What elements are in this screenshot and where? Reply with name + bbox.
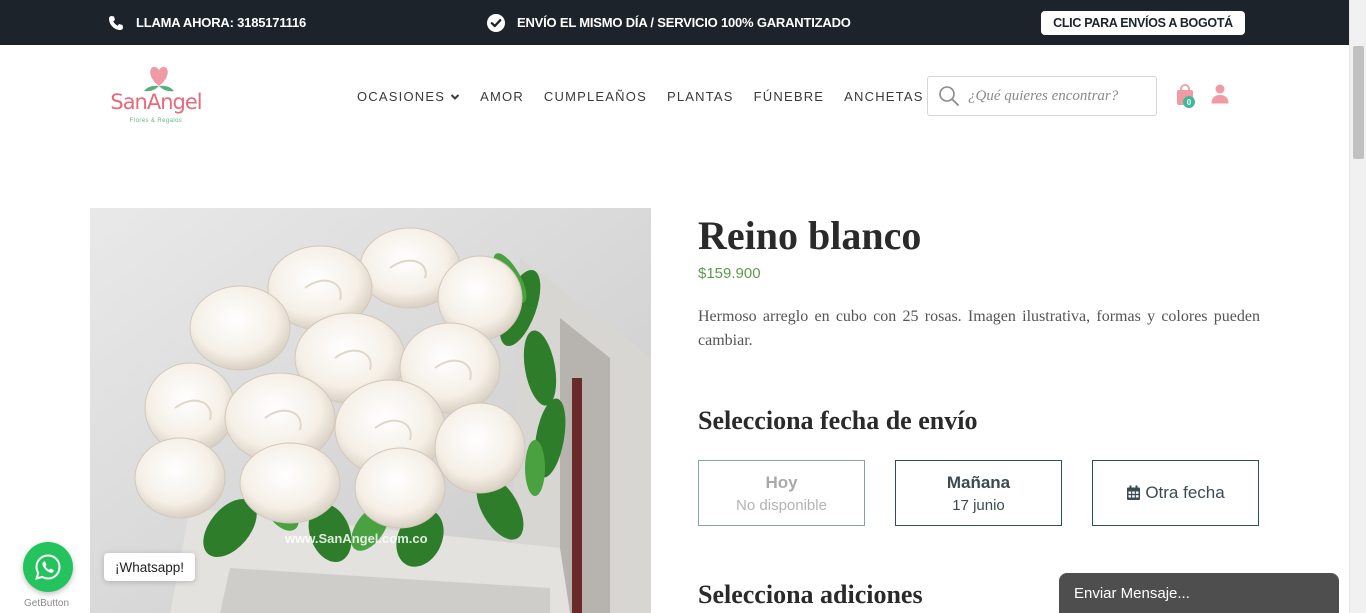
option-sublabel: No disponible [736, 496, 827, 514]
logo-tagline: Flores & Regalos [129, 118, 183, 124]
check-circle-icon [487, 13, 505, 32]
main-navigation: OCASIONES AMOR CUMPLEAÑOS PLANTAS FÚNEBR… [357, 89, 944, 104]
addons-heading: Selecciona adiciones [698, 580, 923, 609]
shipping-text: ENVÍO EL MISMO DÍA / SERVICIO 100% GARAN… [517, 15, 851, 30]
product-price: $159.900 [698, 265, 761, 282]
chat-widget-tab[interactable]: Enviar Mensaje... [1059, 573, 1339, 613]
nav-item-funebre[interactable]: FÚNEBRE [754, 89, 825, 104]
phone-icon [109, 15, 123, 30]
option-sublabel: 17 junio [952, 496, 1005, 514]
search-icon [939, 86, 959, 106]
call-now[interactable]: LLAMA AHORA: 3185171116 [108, 0, 306, 45]
logo-brand: SanAngel [110, 90, 202, 114]
nav-item-amor[interactable]: AMOR [480, 89, 524, 104]
search-box[interactable] [927, 76, 1157, 116]
account-button[interactable] [1211, 84, 1229, 109]
delivery-date-heading: Selecciona fecha de envío [698, 406, 978, 435]
delivery-option-tomorrow[interactable]: Mañana 17 junio [895, 460, 1062, 526]
nav-item-cumpleanos[interactable]: CUMPLEAÑOS [544, 89, 647, 104]
chat-widget-label: Enviar Mensaje... [1074, 584, 1190, 602]
scrollbar-thumb[interactable] [1353, 46, 1364, 159]
product-description: Hermoso arreglo en cubo con 25 rosas. Im… [698, 308, 1260, 349]
cart-count-badge: 0 [1183, 96, 1195, 108]
call-now-text: LLAMA AHORA: 3185171116 [136, 15, 307, 30]
delivery-option-today: Hoy No disponible [698, 460, 865, 526]
option-label: Otra fecha [1145, 483, 1225, 502]
nav-item-label: OCASIONES [357, 89, 446, 104]
calendar-icon [1127, 485, 1141, 500]
getbutton-credit[interactable]: GetButton [24, 598, 69, 609]
nav-item-ocasiones[interactable]: OCASIONES [357, 89, 460, 104]
chevron-down-icon [450, 93, 460, 100]
search-input[interactable] [968, 87, 1148, 105]
delivery-option-other-date[interactable]: Otra fecha [1092, 460, 1259, 526]
option-label: Mañana [946, 472, 1011, 492]
site-logo[interactable]: SanAngel Flores & Regalos [104, 62, 208, 128]
top-bar: LLAMA AHORA: 3185171116 ENVÍO EL MISMO D… [0, 0, 1349, 45]
nav-item-plantas[interactable]: PLANTAS [667, 89, 734, 104]
cart-button[interactable]: 0 [1176, 84, 1198, 110]
product-title: Reino blanco [698, 213, 922, 258]
page-scrollbar[interactable] [1349, 0, 1366, 613]
nav-item-anchetas[interactable]: ANCHETAS [844, 89, 923, 104]
whatsapp-button[interactable] [23, 542, 73, 592]
option-label: Hoy [765, 472, 798, 492]
image-watermark: www.SanAngel.com.co [284, 531, 428, 546]
bogota-shipping-button[interactable]: CLIC PARA ENVÍOS A BOGOTÁ [1041, 11, 1245, 35]
whatsapp-icon [35, 554, 61, 580]
user-icon [1211, 84, 1229, 104]
same-day-shipping: ENVÍO EL MISMO DÍA / SERVICIO 100% GARAN… [487, 0, 851, 45]
whatsapp-label[interactable]: ¡Whatsapp! [104, 553, 196, 581]
